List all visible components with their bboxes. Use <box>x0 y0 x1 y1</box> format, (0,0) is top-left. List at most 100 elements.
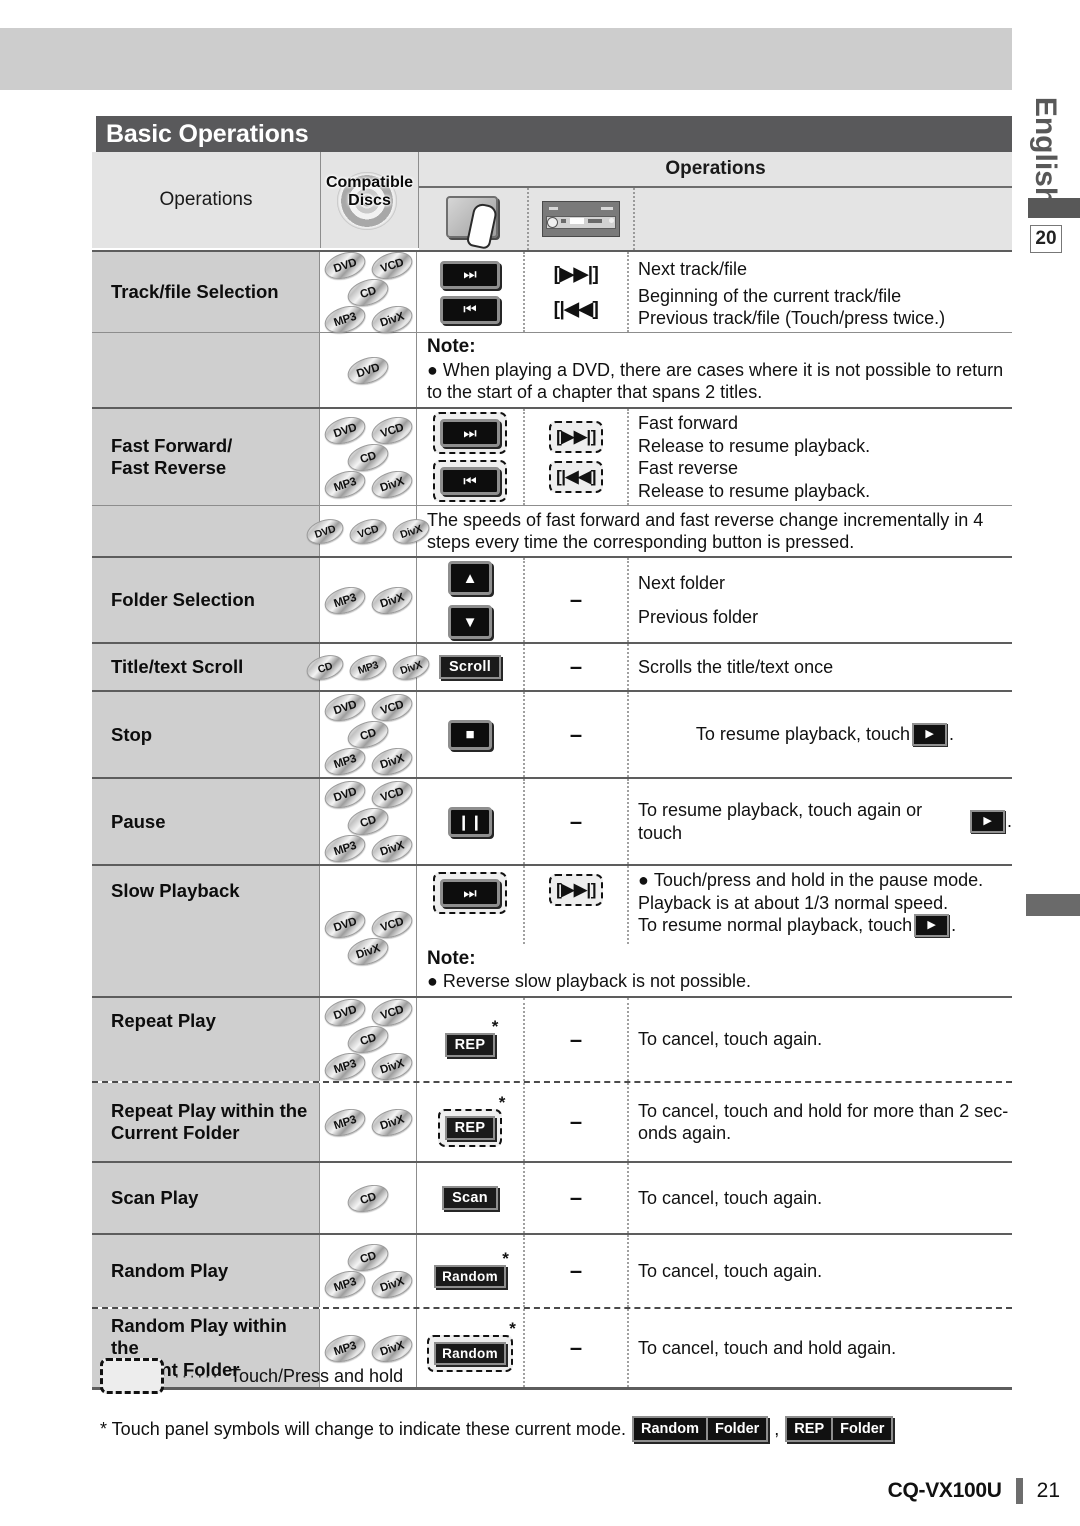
desc-line: Fast reverse <box>638 458 739 478</box>
row-label-spacer <box>92 506 320 556</box>
row-description: To cancel, touch again. <box>629 998 1012 1081</box>
slow-playback-button-hold[interactable]: ⏭ <box>433 872 507 914</box>
desc-line: To cancel, touch and hold for more than … <box>638 1100 1009 1121</box>
fast-reverse-button[interactable]: ⏮ <box>440 467 500 495</box>
touch-buttons[interactable]: ■ <box>417 692 525 777</box>
disc-chip-divx: DivX <box>367 581 416 619</box>
touch-panel-icon <box>419 188 529 251</box>
random-folder-button[interactable]: Random <box>434 1342 506 1365</box>
repeat-button[interactable]: REP <box>444 1033 496 1057</box>
unit-key-none: – <box>569 654 583 679</box>
row-description: Scrolls the title/text once <box>629 644 1012 690</box>
table-row: Repeat Play within the Current Folder MP… <box>92 1081 1012 1161</box>
header-compatible-discs: Compatible Discs <box>321 152 419 248</box>
touch-buttons[interactable]: * Random <box>417 1309 525 1387</box>
unit-key-none: – <box>569 1335 583 1360</box>
fast-reverse-button-hold[interactable]: ⏮ <box>433 460 507 502</box>
operations-table: Operations Compatible Discs Operations T… <box>92 152 1012 1390</box>
touch-buttons[interactable]: ⏭ <box>417 866 525 944</box>
chapter-tab-bar <box>1028 198 1080 218</box>
table-row: Track/file Selection DVD VCD CD MP3 DivX ⏭… <box>92 246 1012 338</box>
note-text: ● Reverse slow playback is not possible. <box>427 970 752 991</box>
repeat-folder-button[interactable]: REP <box>444 1115 496 1140</box>
footnote-star: * <box>509 1319 516 1338</box>
desc-suffix: . <box>1006 811 1012 832</box>
unit-keys[interactable]: [▶▶|] [|◀◀] <box>525 252 629 332</box>
legend-label: Touch/Press and hold <box>229 1365 404 1386</box>
scan-button[interactable]: Scan <box>442 1186 498 1210</box>
unit-key-fast-forward[interactable]: [▶▶|] <box>549 421 603 453</box>
row-discs: MP3 DivX <box>320 558 417 642</box>
row-label-track-file-selection: Track/file Selection <box>92 252 320 332</box>
row-discs: DVD VCD CD MP3 DivX <box>320 409 417 505</box>
unit-key-slow[interactable]: [▶▶|] <box>549 874 603 906</box>
hold-style-swatch <box>100 1358 164 1394</box>
unit-key-next[interactable]: [▶▶|] <box>554 263 599 286</box>
row-description: To cancel, touch again. <box>629 1235 1012 1307</box>
footnote: * Touch panel symbols will change to ind… <box>100 1416 894 1442</box>
scroll-button[interactable]: Scroll <box>438 655 502 679</box>
fast-forward-button-hold[interactable]: ⏭ <box>433 412 507 454</box>
unit-key-none: – <box>569 1026 583 1052</box>
disc-chip-mp3: MP3 <box>320 743 369 780</box>
touch-buttons[interactable]: ⏭ ⏮ <box>417 409 525 505</box>
stop-button[interactable]: ■ <box>448 719 492 750</box>
unit-keys[interactable]: [▶▶|] <box>525 866 629 944</box>
table-row: Repeat Play DVD VCD CD MP3 DivX * REP – To… <box>92 994 1012 1085</box>
desc-line: Previous folder <box>638 606 759 627</box>
desc-line: Previous track/file (Touch/press twice.) <box>638 308 946 328</box>
legend: ······ Touch/Press and hold <box>100 1358 403 1394</box>
touch-buttons[interactable]: ▲ ▼ <box>417 558 525 642</box>
note-discs: DVD <box>320 333 417 407</box>
disc-chip-dvd: DVD <box>320 994 369 1031</box>
play-icon: ▶ <box>914 914 950 937</box>
disc-chip-dvd: DVD <box>320 906 369 943</box>
unit-keys: – <box>525 779 629 864</box>
side-section-marker <box>1026 894 1080 916</box>
repeat-folder-button-hold[interactable]: REP <box>437 1108 503 1147</box>
next-folder-button[interactable]: ▲ <box>448 561 492 595</box>
unit-key-prev[interactable]: [|◀◀] <box>554 298 599 321</box>
touch-buttons[interactable]: * REP <box>417 998 525 1081</box>
desc-line: Next folder <box>638 572 726 593</box>
unit-key-none: – <box>569 1258 583 1283</box>
disc-chip-divx: DivX <box>367 1103 416 1141</box>
desc-line: To resume normal playback, touch ▶ . <box>638 914 957 937</box>
touch-buttons[interactable]: Scroll <box>417 644 525 690</box>
chapter-number: 20 <box>1030 225 1062 253</box>
touch-buttons[interactable]: * REP <box>417 1083 525 1161</box>
chip-random: Random <box>633 1418 706 1440</box>
random-button[interactable]: Random <box>434 1265 506 1288</box>
compatible-discs-badge: Compatible Discs <box>323 168 417 232</box>
previous-folder-button[interactable]: ▼ <box>448 605 492 639</box>
touch-buttons[interactable]: ⏭ ⏮ <box>417 252 525 332</box>
table-row: Pause DVD VCD CD MP3 DivX ❙❙ – To resume p… <box>92 776 1012 867</box>
model-number: CQ-VX100U <box>887 1479 1002 1502</box>
fast-forward-button[interactable]: ⏭ <box>440 419 500 447</box>
next-track-button[interactable]: ⏭ <box>440 260 500 289</box>
table-row: Slow Playback DVD VCD DivX ⏭ [▶▶|] ● Touc… <box>92 864 1012 996</box>
row-label-line1: Repeat Play within the <box>111 1100 308 1121</box>
table-note-row: DVD Note: ● When playing a DVD, there ar… <box>92 332 1012 407</box>
page-title-bar: Basic Operations <box>92 116 1012 152</box>
prev-track-button[interactable]: ⏮ <box>440 295 500 324</box>
unit-key-fast-reverse[interactable]: [|◀◀] <box>549 461 603 493</box>
row-description: To cancel, touch and hold for more than … <box>629 1083 1012 1161</box>
touch-buttons[interactable]: * Random <box>417 1235 525 1307</box>
disc-chip-dvd: DVD <box>320 689 369 726</box>
disc-chip-dvd: DVD <box>320 411 369 449</box>
unit-keys[interactable]: [▶▶|] [|◀◀] <box>525 409 629 505</box>
touch-buttons[interactable]: Scan <box>417 1163 525 1233</box>
table-row: Scan Play CD Scan – To cancel, touch aga… <box>92 1161 1012 1233</box>
head-unit-icon <box>529 188 635 250</box>
slow-playback-button[interactable]: ⏭ <box>440 879 500 907</box>
disc-chip-dvd: DVD <box>320 776 369 813</box>
footnote-star: * <box>502 1249 509 1268</box>
touch-buttons[interactable]: ❙❙ <box>417 779 525 864</box>
pause-button[interactable]: ❙❙ <box>448 806 492 837</box>
row-label-slow-playback: Slow Playback <box>92 866 320 996</box>
random-folder-button-hold[interactable]: Random <box>427 1335 513 1372</box>
desc-line: Release to resume playback. <box>638 435 871 456</box>
unit-keys: – <box>525 1235 629 1307</box>
desc-line: Beginning of the current track/file <box>638 285 902 306</box>
